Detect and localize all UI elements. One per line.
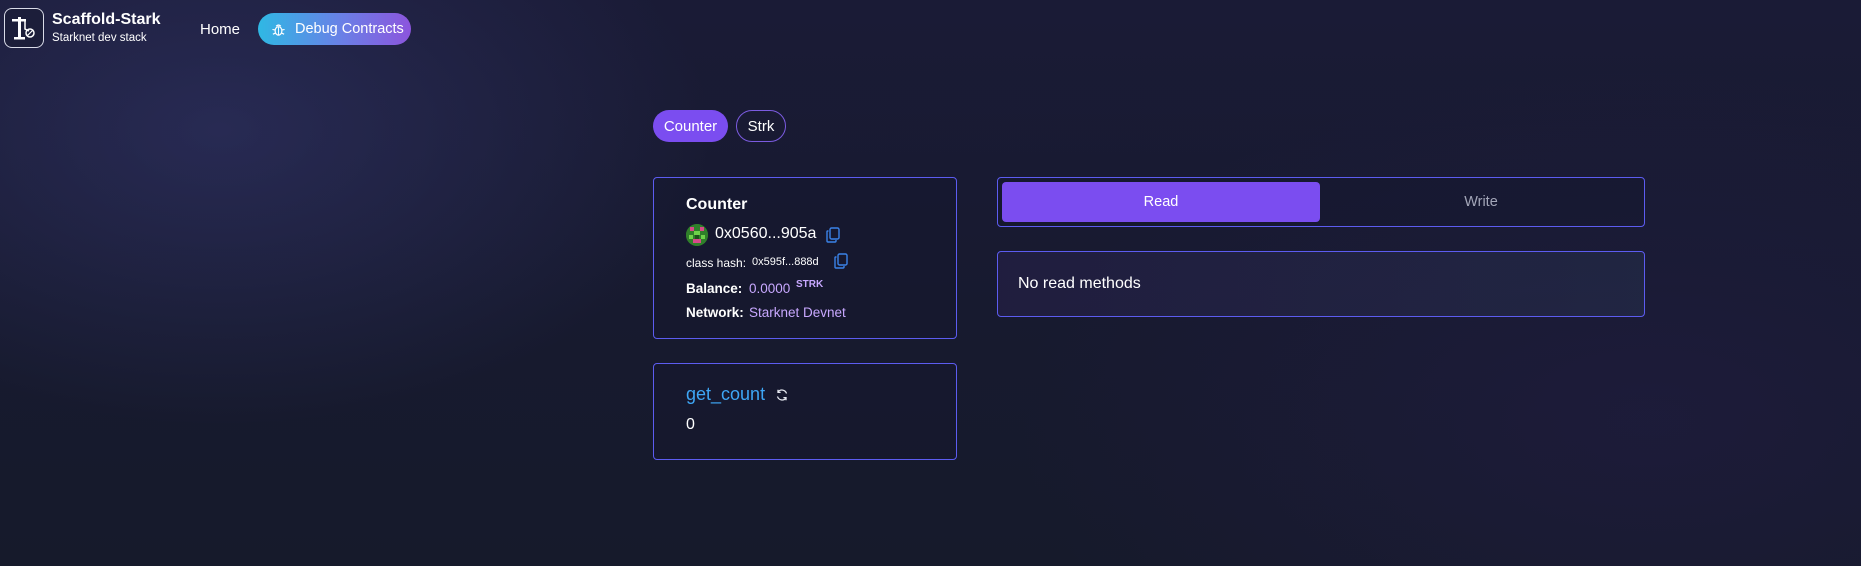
copy-class-hash-icon[interactable] (834, 253, 848, 269)
bug-icon (272, 23, 285, 36)
address-avatar (686, 224, 708, 246)
network-label: Network: (686, 305, 744, 320)
nav-debug-contracts-button[interactable]: Debug Contracts (258, 13, 411, 45)
contract-info-card: Counter 0x0560...905a class hash: 0x595f… (653, 177, 957, 339)
scaffold-stark-logo[interactable] (4, 8, 44, 48)
refresh-icon[interactable] (775, 388, 789, 402)
variable-name-get-count: get_count (686, 384, 766, 404)
balance-unit: STRK (796, 279, 824, 290)
crane-logo-icon (12, 17, 35, 40)
contract-tab-strk[interactable]: Strk (736, 110, 786, 142)
no-read-methods-message: No read methods (1018, 275, 1141, 292)
nav-home-link[interactable]: Home (200, 21, 240, 38)
tab-write[interactable]: Write (1322, 182, 1640, 222)
copy-address-icon[interactable] (826, 227, 840, 243)
read-write-tabs: Read Write (997, 177, 1645, 227)
class-hash-value: 0x595f...888d (752, 256, 819, 268)
network-value: Starknet Devnet (749, 305, 846, 320)
contract-address: 0x0560...905a (715, 225, 817, 242)
contract-variables-card: get_count 0 (653, 363, 957, 460)
variable-value-get-count: 0 (686, 416, 695, 433)
contract-tab-counter[interactable]: Counter (653, 110, 728, 142)
tab-read[interactable]: Read (1002, 182, 1320, 222)
balance-value: 0.0000 (749, 281, 791, 296)
nav-debug-label: Debug Contracts (295, 21, 404, 37)
brand-title: Scaffold-Stark (52, 11, 161, 28)
top-header: Scaffold-Stark Starknet dev stack Home D… (0, 0, 1861, 58)
class-hash-label: class hash: (686, 256, 747, 270)
contract-name: Counter (686, 196, 748, 213)
balance-label: Balance: (686, 281, 743, 296)
brand-subtitle: Starknet dev stack (52, 32, 147, 44)
read-methods-panel: No read methods (997, 251, 1645, 317)
